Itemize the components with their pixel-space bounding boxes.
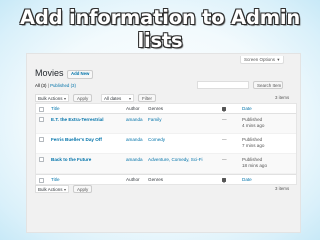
add-new-button[interactable]: Add New (67, 70, 94, 79)
screen-options-label: Screen Options (244, 57, 276, 62)
table-footer-row: Title Author Genres Date (36, 174, 296, 184)
row-time: 7 mins ago (242, 143, 265, 148)
row-comments: — (222, 137, 227, 142)
comments-icon (222, 178, 226, 183)
row-author-link[interactable]: amanda (126, 137, 143, 143)
row-title-link[interactable]: Ferris Bueller's Day Off (51, 137, 102, 143)
row-checkbox[interactable] (39, 157, 44, 162)
column-genres: Genres (148, 106, 164, 111)
search-button[interactable]: Search Item (253, 81, 283, 89)
column-author: Author (126, 177, 140, 182)
filter-all-link[interactable]: All (3) (35, 83, 46, 88)
comments-icon (222, 107, 226, 112)
row-genres-link[interactable]: Adventure, Comedy, Sci-Fi (148, 157, 203, 163)
filter-published-link[interactable]: Published (3) (50, 83, 76, 88)
column-genres: Genres (148, 177, 164, 182)
dates-label: All dates (104, 96, 122, 101)
table-row: Ferris Bueller's Day Off amanda Comedy —… (36, 134, 296, 154)
row-author-link[interactable]: amanda (126, 157, 143, 163)
movies-table: Title Author Genres Date E.T. the Extra-… (35, 103, 297, 185)
page-title: Movies (35, 68, 64, 78)
row-genres-link[interactable]: Family (148, 117, 162, 123)
dates-select[interactable]: All dates ▾ (101, 94, 134, 102)
items-count-bottom: 3 items (275, 186, 290, 191)
row-title-link[interactable]: E.T. the Extra-Terrestrial (51, 117, 104, 123)
bulk-actions-select-bottom[interactable]: Bulk Actions ▾ (35, 185, 69, 193)
chevron-down-icon: ▾ (63, 96, 66, 101)
chevron-down-icon: ▾ (128, 96, 131, 101)
row-genres-link[interactable]: Comedy (148, 137, 165, 143)
table-row: E.T. the Extra-Terrestrial amanda Family… (36, 114, 296, 134)
select-all-checkbox[interactable] (39, 106, 44, 112)
chevron-down-icon: ▾ (63, 187, 66, 192)
select-all-checkbox[interactable] (39, 177, 44, 183)
column-title[interactable]: Title (51, 106, 60, 112)
apply-button-top[interactable]: Apply (73, 94, 93, 102)
admin-screen: Screen Options ▾ Movies Add New All (3) … (26, 53, 301, 233)
column-author: Author (126, 106, 140, 111)
column-date[interactable]: Date (242, 106, 252, 112)
bulk-actions-select-top[interactable]: Bulk Actions ▾ (35, 94, 69, 102)
search-input[interactable] (197, 81, 249, 89)
row-comments: — (222, 117, 227, 122)
column-date[interactable]: Date (242, 177, 252, 183)
screen-options-button[interactable]: Screen Options ▾ (240, 56, 284, 64)
row-checkbox[interactable] (39, 137, 44, 142)
row-author-link[interactable]: amanda (126, 117, 143, 123)
table-header-row: Title Author Genres Date (36, 104, 296, 114)
slide-title: Add information to Admin lists (19, 6, 301, 52)
row-time: 4 mins ago (242, 123, 265, 128)
row-time: 18 mins ago (242, 163, 268, 168)
apply-button-bottom[interactable]: Apply (73, 185, 93, 193)
chevron-down-icon: ▾ (277, 57, 280, 62)
filter-button[interactable]: Filter (138, 94, 156, 102)
bulk-actions-label: Bulk Actions (38, 96, 63, 101)
table-row: Back to the Future amanda Adventure, Com… (36, 154, 296, 174)
row-title-link[interactable]: Back to the Future (51, 157, 91, 163)
column-title[interactable]: Title (51, 177, 60, 183)
row-comments: — (222, 157, 227, 162)
row-checkbox[interactable] (39, 117, 44, 122)
status-filter-links: All (3) | Published (3) (35, 83, 76, 89)
bulk-actions-label: Bulk Actions (38, 187, 63, 192)
items-count-top: 3 items (275, 95, 290, 100)
